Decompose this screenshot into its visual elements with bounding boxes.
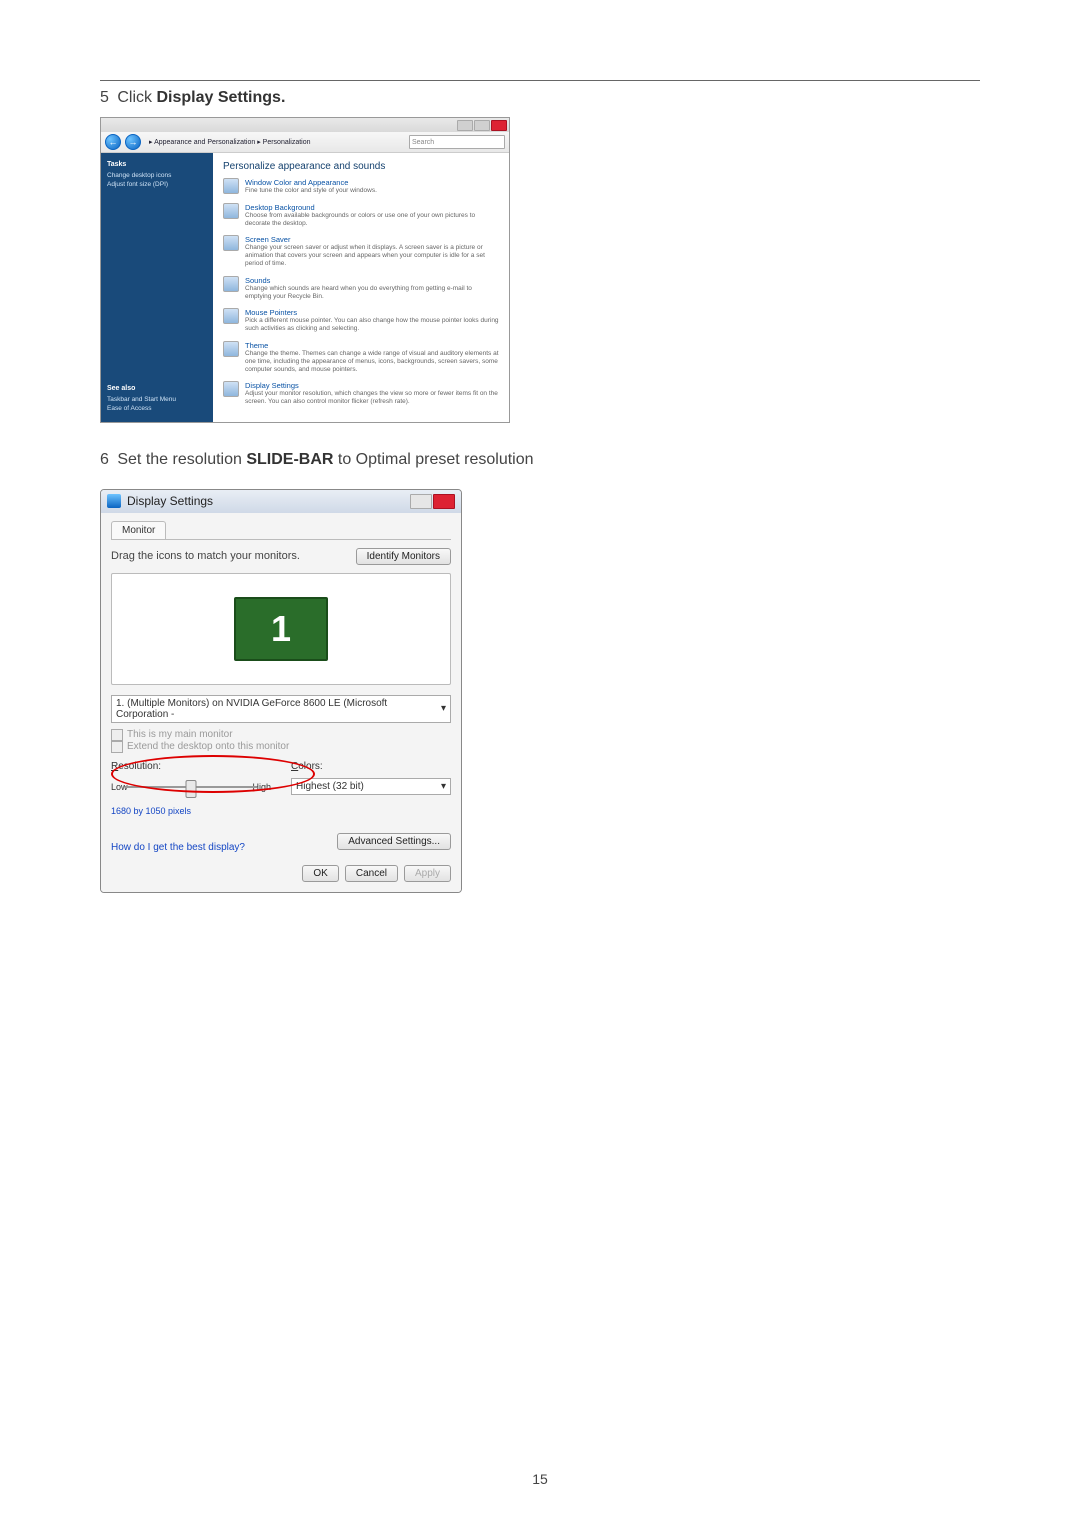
- step-6-line: 6 Set the resolution SLIDE-BAR to Optima…: [100, 451, 980, 469]
- monitor-1-box[interactable]: 1: [234, 597, 328, 661]
- highlight-oval: [111, 755, 315, 793]
- dialog-minimize-button[interactable]: [410, 494, 432, 509]
- resolution-value: 1680 by 1050 pixels: [111, 806, 271, 816]
- sidebar-link[interactable]: Taskbar and Start Menu: [107, 396, 207, 403]
- identify-monitors-button[interactable]: Identify Monitors: [356, 548, 451, 565]
- tab-strip: Monitor: [111, 521, 451, 540]
- colors-dropdown[interactable]: Highest (32 bit) ▾: [291, 778, 451, 795]
- monitor-dropdown-value: 1. (Multiple Monitors) on NVIDIA GeForce…: [116, 698, 441, 720]
- step-5-line: 5 Click Display Settings.: [100, 89, 980, 107]
- advanced-settings-button[interactable]: Advanced Settings...: [337, 833, 451, 850]
- sounds-icon: [223, 276, 239, 292]
- sidebar-link[interactable]: Change desktop icons: [107, 172, 207, 179]
- breadcrumb[interactable]: ▸ Appearance and Personalization ▸ Perso…: [145, 138, 405, 146]
- forward-button[interactable]: →: [125, 134, 141, 150]
- item-desktop-background[interactable]: Desktop BackgroundChoose from available …: [223, 203, 499, 228]
- help-link[interactable]: How do I get the best display?: [111, 842, 245, 853]
- screenshot-display-settings: Display Settings Monitor Drag the icons …: [100, 489, 462, 893]
- item-sounds[interactable]: SoundsChange which sounds are heard when…: [223, 276, 499, 301]
- step-5-prefix: Click: [117, 89, 156, 106]
- dialog-close-button[interactable]: [433, 494, 455, 509]
- step-6-bold: SLIDE-BAR: [246, 451, 333, 468]
- tasks-sidebar: Tasks Change desktop icons Adjust font s…: [101, 153, 213, 422]
- chevron-down-icon: ▾: [441, 703, 446, 714]
- tab-monitor[interactable]: Monitor: [111, 521, 166, 539]
- minimize-button[interactable]: [457, 120, 473, 131]
- drag-icons-label: Drag the icons to match your monitors.: [111, 550, 300, 562]
- main-monitor-checkbox: This is my main monitor: [111, 729, 451, 741]
- item-theme[interactable]: ThemeChange the theme. Themes can change…: [223, 341, 499, 373]
- search-placeholder: Search: [412, 139, 434, 146]
- maximize-button[interactable]: [474, 120, 490, 131]
- screenshot-personalization: ← → ▸ Appearance and Personalization ▸ P…: [100, 117, 510, 423]
- screen-saver-icon: [223, 235, 239, 251]
- top-rule: [100, 80, 980, 81]
- monitor-dropdown[interactable]: 1. (Multiple Monitors) on NVIDIA GeForce…: [111, 695, 451, 723]
- personalization-main: Personalize appearance and sounds Window…: [213, 153, 509, 422]
- search-input[interactable]: Search: [409, 135, 505, 149]
- close-button[interactable]: [491, 120, 507, 131]
- cancel-button[interactable]: Cancel: [345, 865, 398, 882]
- item-window-color[interactable]: Window Color and AppearanceFine tune the…: [223, 178, 499, 195]
- chevron-down-icon: ▾: [441, 781, 446, 792]
- colors-label: Colors:: [291, 761, 451, 772]
- monitor-number: 1: [271, 608, 291, 650]
- window-titlebar: [101, 118, 509, 132]
- step-6-number: 6: [100, 451, 109, 468]
- step-5-bold: Display Settings.: [156, 89, 285, 106]
- sidebar-title: Tasks: [107, 161, 207, 168]
- step-6-suffix: to Optimal preset resolution: [333, 451, 533, 468]
- extend-desktop-checkbox: Extend the desktop onto this monitor: [111, 741, 451, 753]
- ok-button[interactable]: OK: [302, 865, 338, 882]
- item-screen-saver[interactable]: Screen SaverChange your screen saver or …: [223, 235, 499, 267]
- colors-value: Highest (32 bit): [296, 781, 364, 792]
- extend-desktop-label: Extend the desktop onto this monitor: [127, 741, 289, 752]
- dialog-titlebar: Display Settings: [101, 490, 461, 513]
- sidebar-link[interactable]: Ease of Access: [107, 405, 207, 412]
- monitor-preview-well[interactable]: 1: [111, 573, 451, 685]
- window-color-icon: [223, 178, 239, 194]
- display-settings-icon: [223, 381, 239, 397]
- sidebar-seealso: See also: [107, 385, 207, 392]
- apply-button[interactable]: Apply: [404, 865, 451, 882]
- theme-icon: [223, 341, 239, 357]
- checkbox-icon: [111, 741, 123, 753]
- sidebar-link[interactable]: Adjust font size (DPI): [107, 181, 207, 188]
- address-bar: ← → ▸ Appearance and Personalization ▸ P…: [101, 132, 509, 153]
- back-button[interactable]: ←: [105, 134, 121, 150]
- mouse-pointers-icon: [223, 308, 239, 324]
- main-monitor-label: This is my main monitor: [127, 729, 233, 740]
- dialog-title: Display Settings: [127, 494, 404, 508]
- page-number: 15: [0, 1471, 1080, 1487]
- step-6-prefix: Set the resolution: [117, 451, 246, 468]
- main-heading: Personalize appearance and sounds: [223, 161, 499, 172]
- item-display-settings[interactable]: Display SettingsAdjust your monitor reso…: [223, 381, 499, 406]
- desktop-background-icon: [223, 203, 239, 219]
- step-5-number: 5: [100, 89, 109, 106]
- checkbox-icon: [111, 729, 123, 741]
- item-mouse-pointers[interactable]: Mouse PointersPick a different mouse poi…: [223, 308, 499, 333]
- dialog-icon: [107, 494, 121, 508]
